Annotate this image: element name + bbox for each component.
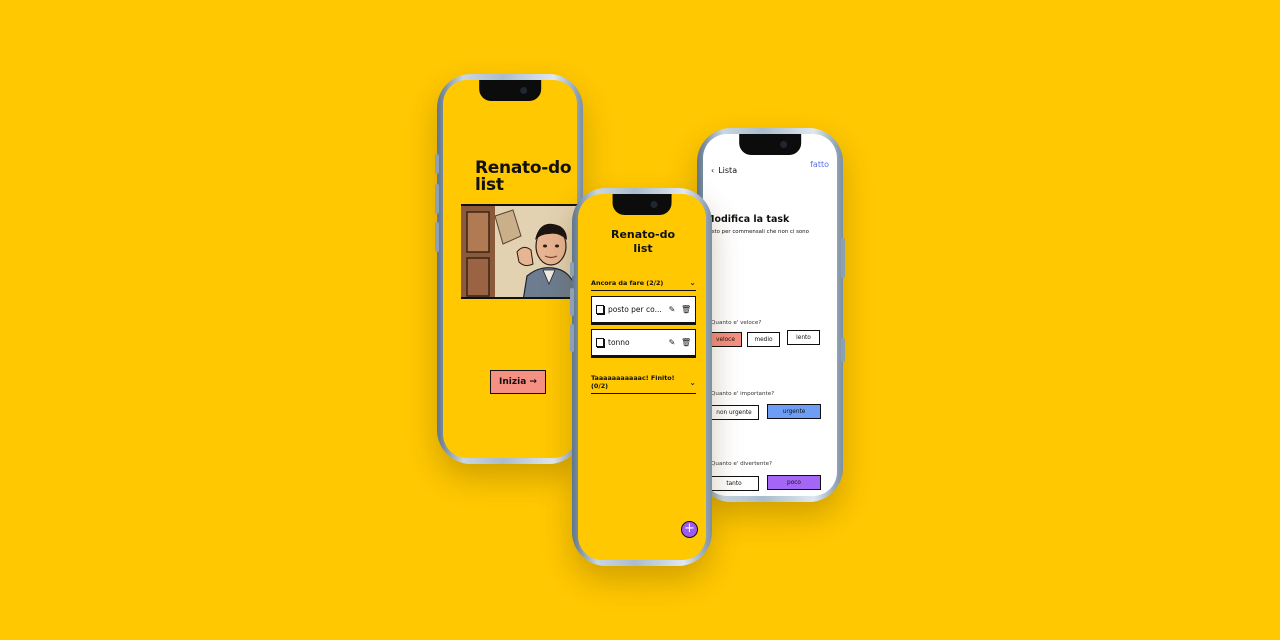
chevron-down-icon: ⌄ (689, 278, 696, 287)
notch (739, 134, 801, 155)
task-text: tonno (608, 338, 630, 347)
side-button (435, 222, 439, 252)
task-text: posto per co... (608, 305, 662, 314)
phone-task-list: Renato-do list Ancora da fare (2/2) ⌄ po… (570, 188, 712, 566)
trash-icon[interactable]: 🗑 (681, 338, 691, 347)
done-button[interactable]: fatto (810, 160, 829, 169)
notch (479, 80, 541, 101)
task-card[interactable]: posto per co... ✎ 🗑 (591, 296, 696, 323)
task-subtitle: posto per commensali che non ci sono (705, 229, 809, 235)
phone-welcome: Renato-do list Inizia → (435, 74, 583, 464)
start-button[interactable]: Inizia → (490, 370, 546, 394)
todo-section-header[interactable]: Ancora da fare (2/2) ⌄ (591, 278, 696, 291)
question-importance-label: Quanto e' importante? (711, 391, 775, 397)
trash-icon[interactable]: 🗑 (681, 305, 691, 314)
chevron-left-icon: ‹ (711, 166, 715, 175)
notch (612, 194, 672, 215)
checkbox[interactable] (596, 305, 604, 314)
side-button (570, 288, 574, 316)
side-button (570, 262, 574, 276)
hero-illustration (461, 204, 577, 299)
option-not-urgent[interactable]: non urgente (709, 405, 759, 420)
pencil-icon[interactable]: ✎ (667, 305, 677, 314)
done-section-label: Taaaaaaaaaaac! Finito! (0/2) (591, 374, 675, 390)
side-button (435, 154, 439, 174)
side-button (435, 184, 439, 214)
screen-task-list: Renato-do list Ancora da fare (2/2) ⌄ po… (578, 194, 706, 560)
option-little[interactable]: poco (767, 475, 821, 490)
option-much[interactable]: tanto (709, 476, 759, 491)
option-slow[interactable]: lento (787, 330, 820, 345)
todo-section-label: Ancora da fare (2/2) (591, 278, 664, 287)
add-task-button[interactable]: + (681, 521, 698, 538)
side-button (841, 238, 845, 278)
pencil-icon[interactable]: ✎ (667, 338, 677, 347)
question-fun-label: Quanto e' divertente? (711, 461, 773, 467)
side-button (841, 338, 845, 362)
side-button (570, 324, 574, 352)
question-speed-label: Quanto e' veloce? (711, 320, 762, 326)
chevron-down-icon: ⌄ (689, 377, 696, 387)
option-urgent[interactable]: urgente (767, 404, 821, 419)
back-label: Lista (718, 166, 738, 175)
checkbox[interactable] (596, 338, 604, 347)
phone-edit-task: ‹ Lista fatto Modifica la task posto per… (697, 128, 845, 502)
back-navigation[interactable]: ‹ Lista (711, 166, 737, 175)
screen-welcome: Renato-do list Inizia → (443, 80, 577, 458)
page-title: Modifica la task (705, 214, 790, 225)
app-title: Renato-do list (475, 158, 572, 195)
done-section-header[interactable]: Taaaaaaaaaaac! Finito! (0/2) ⌄ (591, 374, 696, 394)
option-medium[interactable]: medio (747, 332, 780, 347)
task-card[interactable]: tonno ✎ 🗑 (591, 329, 696, 356)
screen-edit-task: ‹ Lista fatto Modifica la task posto per… (703, 134, 837, 496)
list-title: Renato-do list (611, 228, 675, 255)
option-fast[interactable]: veloce (709, 332, 742, 347)
